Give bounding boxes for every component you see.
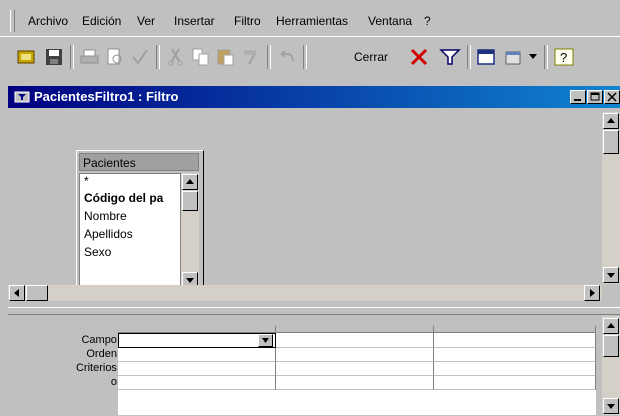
- scroll-thumb[interactable]: [26, 285, 48, 301]
- scroll-up-button[interactable]: [603, 113, 619, 129]
- orden-cell-3[interactable]: [434, 348, 596, 362]
- maximize-button[interactable]: [587, 90, 603, 104]
- clear-grid-icon[interactable]: [407, 45, 431, 69]
- apply-filter-icon[interactable]: [438, 45, 462, 69]
- column-selector[interactable]: [118, 326, 276, 333]
- orden-cell-2[interactable]: [276, 348, 434, 362]
- row-label-campo: Campo:: [81, 334, 120, 346]
- help-icon[interactable]: ?: [552, 45, 576, 69]
- campo-cell-3[interactable]: [434, 333, 596, 348]
- toolbar: Cerrar ?: [0, 36, 620, 79]
- undo-icon[interactable]: [275, 45, 299, 69]
- format-painter-icon[interactable]: [239, 45, 263, 69]
- field-list-item-apellidos[interactable]: Apellidos: [84, 227, 133, 241]
- spelling-icon[interactable]: [128, 45, 152, 69]
- window-title-bar[interactable]: PacientesFiltro1 : Filtro: [8, 86, 620, 108]
- scroll-down-button[interactable]: [603, 398, 619, 414]
- menu-filtro[interactable]: Filtro: [234, 14, 261, 28]
- field-list-scrollbar[interactable]: [181, 173, 199, 289]
- column-selector[interactable]: [434, 326, 596, 333]
- paste-icon[interactable]: [214, 45, 238, 69]
- scroll-up-button[interactable]: [603, 318, 619, 334]
- column-selector[interactable]: [276, 326, 434, 333]
- scroll-up-button[interactable]: [182, 174, 198, 190]
- toolbar-separator: [70, 45, 74, 69]
- field-list-title: Pacientes: [83, 156, 136, 170]
- menu-edicion[interactable]: Edición: [82, 14, 121, 28]
- o-cell-1[interactable]: [118, 376, 276, 390]
- scroll-thumb[interactable]: [603, 335, 619, 357]
- row-label-criterios: Criterios:: [75, 362, 120, 374]
- cut-icon[interactable]: [164, 45, 188, 69]
- field-list-item-sexo[interactable]: Sexo: [84, 245, 111, 259]
- scroll-thumb[interactable]: [182, 191, 198, 211]
- svg-text:?: ?: [560, 50, 567, 65]
- filter-window: PacientesFiltro1 : Filtro Pacientes * Có…: [8, 86, 620, 415]
- field-list-pacientes[interactable]: Pacientes * Código del pa Nombre Apellid…: [76, 150, 204, 294]
- orden-cell-1[interactable]: [118, 348, 276, 362]
- campo-cell-2[interactable]: [276, 333, 434, 348]
- field-list: * Código del pa Nombre Apellidos Sexo: [79, 173, 181, 289]
- filter-object-icon[interactable]: [14, 45, 38, 69]
- menu-help[interactable]: ?: [424, 14, 431, 28]
- minimize-button[interactable]: [570, 90, 586, 104]
- upper-pane-hscrollbar[interactable]: [8, 285, 602, 301]
- field-list-item-nombre[interactable]: Nombre: [84, 209, 127, 223]
- scroll-down-button[interactable]: [603, 267, 619, 283]
- row-label-orden: Orden:: [86, 348, 120, 360]
- pane-splitter[interactable]: [8, 307, 620, 315]
- toolbar-separator: [267, 45, 271, 69]
- copy-icon[interactable]: [189, 45, 213, 69]
- upper-pane-vscrollbar[interactable]: [602, 112, 620, 284]
- toolbar-separator: [544, 45, 548, 69]
- field-list-item-codigo[interactable]: Código del pa: [84, 191, 163, 205]
- design-grid-pane: Campo: Orden: Criterios: o:: [8, 316, 620, 415]
- new-object-icon[interactable]: [502, 45, 526, 69]
- database-window-icon[interactable]: [474, 45, 498, 69]
- design-grid: [118, 326, 596, 415]
- campo-cell-1[interactable]: [118, 333, 276, 348]
- criterios-cell-1[interactable]: [118, 362, 276, 376]
- design-grid-vscrollbar[interactable]: [602, 316, 620, 415]
- print-preview-icon[interactable]: [103, 45, 127, 69]
- criterios-cell-3[interactable]: [434, 362, 596, 376]
- field-list-item-all[interactable]: *: [84, 174, 89, 188]
- menu-insertar[interactable]: Insertar: [174, 14, 215, 28]
- scroll-right-button[interactable]: [584, 285, 600, 301]
- menu-bar: Archivo Edición Ver Insertar Filtro Herr…: [0, 0, 620, 36]
- menu-herramientas[interactable]: Herramientas: [276, 14, 348, 28]
- close-window-button[interactable]: [604, 90, 620, 104]
- scroll-left-button[interactable]: [9, 285, 25, 301]
- close-button[interactable]: Cerrar: [345, 43, 401, 71]
- toolbar-separator: [467, 45, 471, 69]
- field-list-pane: Pacientes * Código del pa Nombre Apellid…: [8, 112, 620, 301]
- filter-window-icon: [14, 90, 30, 104]
- print-icon[interactable]: [78, 45, 102, 69]
- o-cell-3[interactable]: [434, 376, 596, 390]
- save-icon[interactable]: [42, 45, 66, 69]
- menu-ver[interactable]: Ver: [137, 14, 155, 28]
- close-button-label: Cerrar: [354, 50, 389, 64]
- scroll-thumb[interactable]: [603, 130, 619, 154]
- new-object-dropdown[interactable]: [528, 51, 538, 61]
- o-cell-2[interactable]: [276, 376, 434, 390]
- menu-ventana[interactable]: Ventana: [368, 14, 412, 28]
- menu-archivo[interactable]: Archivo: [28, 14, 68, 28]
- toolbar-separator: [303, 45, 307, 69]
- menu-grip[interactable]: [10, 10, 15, 32]
- window-title: PacientesFiltro1 : Filtro: [34, 89, 179, 104]
- toolbar-separator: [156, 45, 160, 69]
- campo-dropdown-button[interactable]: [258, 334, 273, 347]
- field-list-header[interactable]: Pacientes: [79, 153, 199, 171]
- criterios-cell-2[interactable]: [276, 362, 434, 376]
